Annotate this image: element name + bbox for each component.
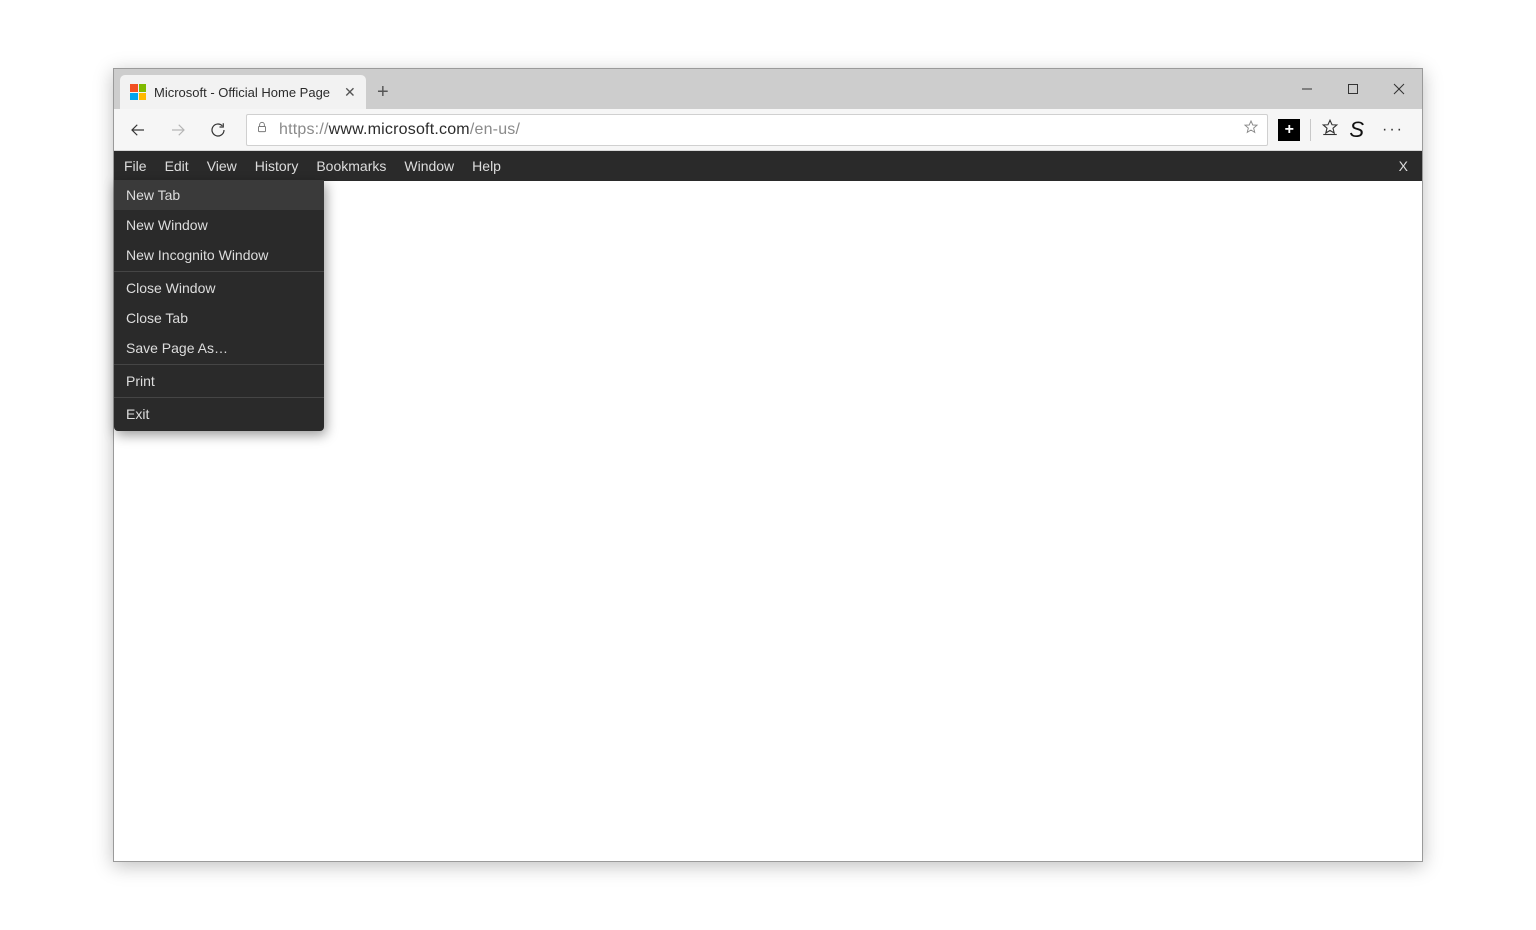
extension-plus-button[interactable]: +: [1278, 119, 1300, 141]
file-menu-dropdown: New Tab New Window New Incognito Window …: [114, 180, 324, 431]
menu-item-exit[interactable]: Exit: [114, 399, 324, 429]
address-bar[interactable]: https://www.microsoft.com/en-us/: [246, 114, 1268, 146]
back-button[interactable]: [120, 112, 156, 148]
menu-item-new-tab[interactable]: New Tab: [114, 180, 324, 210]
microsoft-favicon-icon: [130, 84, 146, 100]
minimize-button[interactable]: [1284, 69, 1330, 109]
forward-button[interactable]: [160, 112, 196, 148]
browser-window: Microsoft - Official Home Page ✕ + https…: [113, 68, 1423, 862]
menu-bookmarks[interactable]: Bookmarks: [316, 158, 386, 174]
menu-item-save-page-as[interactable]: Save Page As…: [114, 333, 324, 363]
menu-separator: [114, 397, 324, 398]
menu-window[interactable]: Window: [404, 158, 454, 174]
menu-item-close-tab[interactable]: Close Tab: [114, 303, 324, 333]
menu-separator: [114, 364, 324, 365]
navigation-toolbar: https://www.microsoft.com/en-us/ + S ···: [114, 109, 1422, 151]
menu-item-print[interactable]: Print: [114, 366, 324, 396]
toolbar-separator: [1310, 119, 1311, 141]
menu-help[interactable]: Help: [472, 158, 501, 174]
close-tab-icon[interactable]: ✕: [344, 84, 356, 101]
lock-icon: [255, 120, 269, 139]
favorite-star-icon[interactable]: [1243, 119, 1259, 140]
close-window-button[interactable]: [1376, 69, 1422, 109]
toolbar-right-icons: + S ···: [1278, 117, 1416, 143]
url-text: https://www.microsoft.com/en-us/: [279, 121, 520, 139]
window-controls: [1284, 69, 1422, 109]
menu-view[interactable]: View: [207, 158, 237, 174]
menu-bar: File Edit View History Bookmarks Window …: [114, 151, 1422, 181]
menu-file[interactable]: File: [124, 158, 147, 174]
menu-separator: [114, 271, 324, 272]
menu-item-new-incognito-window[interactable]: New Incognito Window: [114, 240, 324, 270]
menu-edit[interactable]: Edit: [165, 158, 189, 174]
browser-tab[interactable]: Microsoft - Official Home Page ✕: [120, 75, 366, 109]
new-tab-button[interactable]: +: [366, 75, 400, 109]
maximize-button[interactable]: [1330, 69, 1376, 109]
menu-history[interactable]: History: [255, 158, 299, 174]
menu-bar-close-button[interactable]: X: [1399, 158, 1408, 174]
tab-title: Microsoft - Official Home Page: [154, 85, 330, 100]
favorites-list-icon[interactable]: [1321, 118, 1339, 141]
more-menu-button[interactable]: ···: [1374, 121, 1412, 139]
extension-s-button[interactable]: S: [1345, 117, 1368, 143]
menu-item-new-window[interactable]: New Window: [114, 210, 324, 240]
title-bar: Microsoft - Official Home Page ✕ +: [114, 69, 1422, 109]
reload-button[interactable]: [200, 112, 236, 148]
menu-item-close-window[interactable]: Close Window: [114, 273, 324, 303]
